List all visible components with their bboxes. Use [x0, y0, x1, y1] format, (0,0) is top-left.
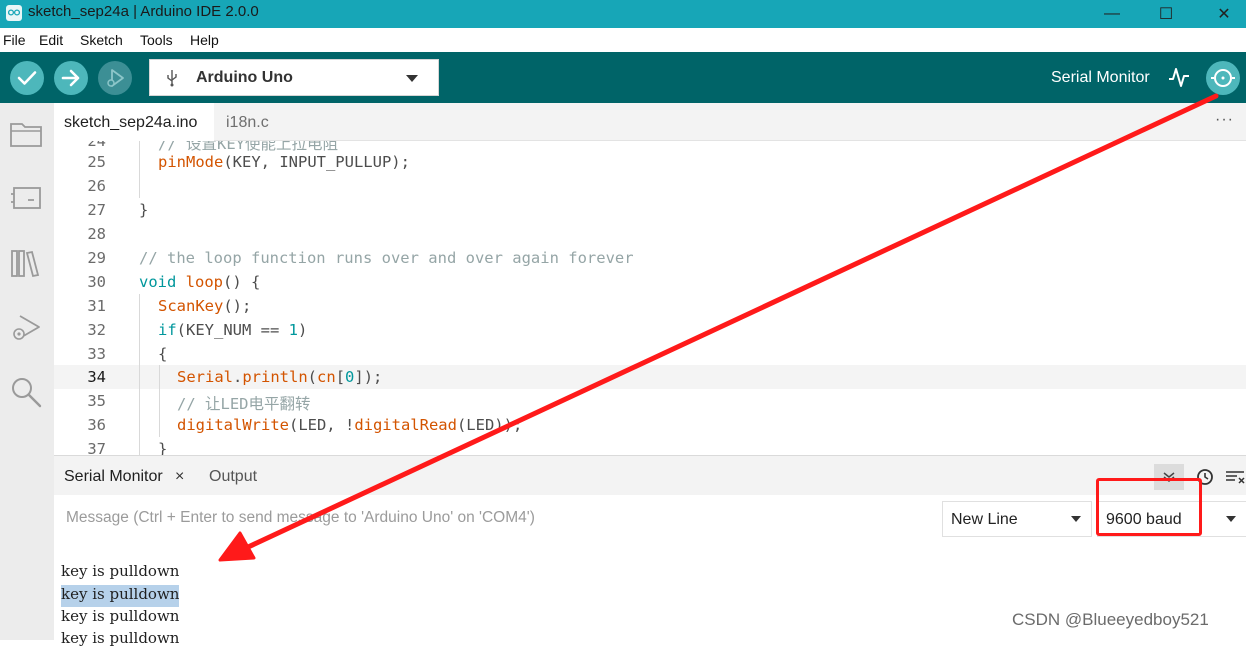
code-line: 28 — [54, 222, 1246, 246]
code-text: // the loop function runs over and over … — [139, 249, 634, 267]
editor-tabs: sketch_sep24a.ino i18n.c ··· — [54, 103, 1246, 141]
tab-i18n-c[interactable]: i18n.c — [226, 103, 306, 141]
close-icon[interactable]: × — [175, 468, 184, 486]
clear-output-icon[interactable] — [1220, 464, 1246, 490]
title-bar: sketch_sep24a | Arduino IDE 2.0.0 — ☐ ✕ — [0, 0, 1246, 28]
debug-play-icon — [107, 69, 124, 87]
arduino-logo-icon — [6, 5, 22, 21]
code-editor[interactable]: 24 // 设置KEY使能上拉电阻 25 pinMode(KEY, INPUT_… — [54, 141, 1246, 455]
line-number: 29 — [87, 249, 106, 267]
menu-help[interactable]: Help — [190, 32, 219, 48]
maximize-button[interactable]: ☐ — [1142, 0, 1190, 28]
baud-highlight-box — [1096, 478, 1202, 536]
serial-message-row: Message (Ctrl + Enter to send message to… — [54, 495, 1246, 542]
folder-icon[interactable] — [9, 117, 43, 151]
chevron-down-icon — [1226, 516, 1236, 522]
code-text: } — [158, 440, 168, 455]
serial-monitor-icon — [1211, 69, 1235, 87]
code-line: 37 } — [54, 437, 1246, 455]
bottom-panel-tabs: Serial Monitor × Output — [54, 455, 1246, 495]
line-number: 25 — [87, 153, 106, 171]
tab-output[interactable]: Output — [209, 468, 257, 486]
usb-icon — [167, 70, 177, 87]
code-text: digitalWrite(LED, !digitalRead(LED)); — [177, 416, 523, 434]
line-ending-select[interactable]: New Line — [942, 501, 1092, 537]
code-line: 35 // 让LED电平翻转 — [54, 389, 1246, 413]
code-text: } — [139, 201, 149, 219]
sidebar — [0, 103, 54, 640]
code-line: 25 pinMode(KEY, INPUT_PULLUP); — [54, 150, 1246, 174]
menu-file[interactable]: File — [3, 32, 26, 48]
code-line: 29 // the loop function runs over and ov… — [54, 246, 1246, 270]
line-number: 33 — [87, 345, 106, 363]
serial-monitor-label: Serial Monitor — [1051, 69, 1150, 86]
chevron-down-icon — [406, 75, 418, 82]
serial-monitor-button[interactable] — [1206, 61, 1240, 95]
board-name: Arduino Uno — [196, 69, 293, 86]
line-ending-value: New Line — [951, 511, 1018, 528]
verify-button[interactable] — [10, 61, 44, 95]
search-icon[interactable] — [9, 375, 43, 409]
arrow-right-icon — [61, 69, 80, 87]
line-number: 31 — [87, 297, 106, 315]
library-icon[interactable] — [9, 246, 43, 280]
checkmark-icon — [17, 71, 37, 85]
window-title: sketch_sep24a | Arduino IDE 2.0.0 — [28, 3, 259, 20]
code-line: 33 { — [54, 342, 1246, 366]
line-number: 32 — [87, 321, 106, 339]
line-number: 34 — [87, 368, 106, 386]
code-text: pinMode(KEY, INPUT_PULLUP); — [158, 153, 410, 171]
menu-bar: File Edit Sketch Tools Help — [0, 28, 1246, 52]
close-window-button[interactable]: ✕ — [1200, 0, 1246, 28]
tab-serial-monitor[interactable]: Serial Monitor — [64, 468, 163, 486]
line-number: 26 — [87, 177, 106, 195]
line-number: 24 — [87, 141, 106, 150]
menu-sketch[interactable]: Sketch — [80, 32, 123, 48]
line-number: 28 — [87, 225, 106, 243]
line-number: 37 — [87, 440, 106, 455]
code-text: // 让LED电平翻转 — [177, 395, 311, 413]
output-line: key is pulldown — [61, 607, 180, 625]
debug-icon[interactable] — [9, 311, 43, 345]
code-text: ScanKey(); — [158, 297, 252, 315]
line-number: 30 — [87, 273, 106, 291]
menu-edit[interactable]: Edit — [39, 32, 63, 48]
tab-sketch-ino[interactable]: sketch_sep24a.ino — [54, 103, 214, 141]
line-number: 36 — [87, 416, 106, 434]
code-text: { — [158, 345, 168, 363]
code-line: 30 void loop() { — [54, 270, 1246, 294]
output-line: key is pulldown — [61, 629, 180, 647]
code-text: void loop() { — [139, 273, 261, 291]
more-tabs-icon[interactable]: ··· — [1215, 111, 1234, 129]
board-selector[interactable]: Arduino Uno — [149, 59, 439, 96]
code-line: 31 ScanKey(); — [54, 294, 1246, 318]
code-text: if(KEY_NUM == 1) — [158, 321, 308, 339]
code-text: Serial.println(cn[0]); — [177, 368, 383, 386]
debug-button[interactable] — [98, 61, 132, 95]
message-input[interactable]: Message (Ctrl + Enter to send message to… — [66, 509, 535, 527]
code-line: 27 } — [54, 198, 1246, 222]
minimize-button[interactable]: — — [1088, 0, 1136, 28]
code-line: 36 digitalWrite(LED, !digitalRead(LED)); — [54, 413, 1246, 437]
upload-button[interactable] — [54, 61, 88, 95]
output-line-selected: key is pulldown — [61, 585, 180, 607]
code-line: 32 if(KEY_NUM == 1) — [54, 318, 1246, 342]
output-line: key is pulldown — [61, 562, 180, 580]
toolbar: Arduino Uno Serial Monitor — [0, 52, 1246, 103]
line-number: 27 — [87, 201, 106, 219]
chevron-down-icon — [1071, 516, 1081, 522]
menu-tools[interactable]: Tools — [140, 32, 173, 48]
code-line: 26 — [54, 174, 1246, 198]
code-line-current: 34 Serial.println(cn[0]); — [54, 365, 1246, 389]
serial-plotter-icon[interactable] — [1168, 65, 1190, 89]
line-number: 35 — [87, 392, 106, 410]
watermark: CSDN @Blueeyedboy521 — [1012, 610, 1209, 629]
board-icon[interactable] — [9, 181, 43, 215]
